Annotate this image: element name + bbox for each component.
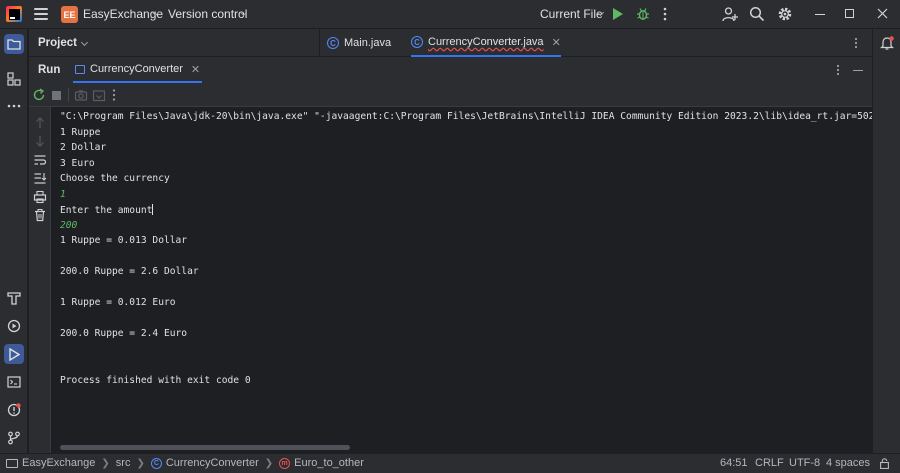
console-output-line: 3 Euro bbox=[60, 157, 95, 169]
horizontal-scrollbar[interactable] bbox=[60, 445, 350, 450]
services-icon[interactable] bbox=[4, 316, 24, 336]
close-tab-icon[interactable]: ✕ bbox=[191, 63, 200, 76]
scroll-to-end-icon[interactable] bbox=[33, 171, 47, 185]
soft-wrap-icon[interactable] bbox=[33, 153, 47, 167]
folder-icon[interactable] bbox=[4, 34, 24, 54]
divider bbox=[68, 88, 69, 102]
divider bbox=[319, 29, 320, 57]
run-config-selector[interactable]: Current File bbox=[540, 7, 603, 21]
print-icon[interactable] bbox=[33, 190, 47, 204]
status-bar: EasyExchange ❯ src ❯ C CurrencyConverter… bbox=[0, 453, 900, 473]
search-icon[interactable] bbox=[749, 6, 765, 22]
folder-icon bbox=[6, 458, 18, 468]
run-panel-header: Run CurrencyConverter ✕ bbox=[29, 57, 872, 83]
run-tab-label: CurrencyConverter bbox=[90, 63, 183, 75]
camera-icon[interactable] bbox=[74, 88, 88, 102]
trash-icon[interactable] bbox=[33, 208, 47, 222]
console-input-line: 200 bbox=[60, 219, 78, 231]
breadcrumb-class[interactable]: CurrencyConverter bbox=[166, 457, 259, 469]
close-icon[interactable] bbox=[877, 8, 888, 19]
console-gutter bbox=[29, 107, 51, 453]
run-panel-title: Run bbox=[38, 64, 61, 76]
console-output-line: "C:\Program Files\Java\jdk-20\bin\java.e… bbox=[60, 111, 872, 122]
close-tab-icon[interactable]: ✕ bbox=[552, 36, 561, 49]
hamburger-icon[interactable] bbox=[34, 8, 48, 20]
tab-main-java[interactable]: C Main.java bbox=[327, 29, 391, 57]
chevron-right-icon: ❯ bbox=[264, 457, 274, 469]
chevron-right-icon: ❯ bbox=[101, 457, 110, 469]
export-icon[interactable] bbox=[92, 88, 106, 102]
run-icon[interactable] bbox=[613, 8, 623, 20]
tab-label: CurrencyConverter.java bbox=[428, 36, 544, 48]
more-icon[interactable] bbox=[853, 37, 859, 49]
breadcrumb: EasyExchange ❯ src ❯ C CurrencyConverter… bbox=[6, 457, 364, 469]
more-icon[interactable] bbox=[661, 7, 669, 21]
structure-icon[interactable] bbox=[4, 69, 24, 89]
indent-setting[interactable]: 4 spaces bbox=[826, 457, 870, 469]
arrow-down-icon[interactable] bbox=[33, 134, 47, 148]
console-output-line: Enter the amount bbox=[60, 204, 154, 216]
more-tools-icon[interactable] bbox=[4, 96, 24, 116]
gear-icon[interactable] bbox=[777, 6, 793, 22]
chevron-down-icon[interactable] bbox=[80, 38, 89, 47]
java-class-icon: C bbox=[327, 37, 339, 49]
java-class-icon: C bbox=[150, 457, 162, 469]
run-tool-icon[interactable] bbox=[4, 344, 24, 364]
console-output-line: 200.0 Ruppe = 2.6 Dollar bbox=[60, 266, 199, 277]
lock-icon[interactable] bbox=[880, 458, 889, 469]
notifications-icon[interactable] bbox=[880, 36, 894, 50]
left-tool-strip bbox=[0, 29, 28, 453]
version-control-menu[interactable]: Version control bbox=[168, 7, 247, 21]
file-encoding[interactable]: UTF-8 bbox=[789, 457, 820, 469]
console-output-line: Process finished with exit code 0 bbox=[60, 374, 251, 386]
console-output-line: 1 Ruppe = 0.012 Euro bbox=[60, 297, 176, 308]
chevron-right-icon: ❯ bbox=[136, 457, 145, 469]
console-output-line: 1 Ruppe = 0.013 Dollar bbox=[60, 235, 188, 246]
java-class-icon: C bbox=[411, 36, 423, 48]
tab-label: Main.java bbox=[344, 37, 392, 49]
title-bar: EE EasyExchange Version control Current … bbox=[0, 0, 900, 29]
stop-icon[interactable] bbox=[52, 91, 61, 100]
console-output-line: 2 Dollar bbox=[60, 142, 107, 153]
more-icon[interactable] bbox=[835, 64, 841, 76]
add-user-icon[interactable] bbox=[722, 6, 738, 22]
application-icon bbox=[75, 64, 85, 74]
more-icon[interactable] bbox=[110, 88, 118, 102]
breadcrumb-project[interactable]: EasyExchange bbox=[22, 457, 95, 469]
minimize-icon[interactable] bbox=[815, 14, 825, 15]
breadcrumb-method[interactable]: Euro_to_other bbox=[294, 457, 364, 469]
console-output-line: Choose the currency bbox=[60, 173, 170, 184]
console-input-line: 1 bbox=[60, 188, 66, 200]
maximize-icon[interactable] bbox=[845, 9, 854, 18]
app-logo-icon[interactable] bbox=[6, 6, 22, 22]
console-output-line: 200.0 Ruppe = 2.4 Euro bbox=[60, 328, 188, 339]
text-caret bbox=[152, 204, 154, 215]
terminal-icon[interactable] bbox=[4, 372, 24, 392]
method-icon: m bbox=[279, 457, 291, 469]
minimize-panel-icon[interactable] bbox=[853, 70, 863, 71]
build-icon[interactable] bbox=[4, 288, 24, 308]
rerun-icon[interactable] bbox=[32, 88, 46, 102]
project-tool-title[interactable]: Project bbox=[38, 37, 77, 49]
console-output[interactable]: "C:\Program Files\Java\jdk-20\bin\java.e… bbox=[52, 107, 872, 453]
debug-icon[interactable] bbox=[636, 7, 650, 21]
problems-icon[interactable] bbox=[4, 400, 24, 420]
run-toolbar bbox=[29, 83, 872, 107]
line-ending[interactable]: CRLF bbox=[755, 457, 784, 469]
editor-tabs-row: Project C Main.java C CurrencyConverter.… bbox=[29, 29, 872, 57]
project-name[interactable]: EasyExchange bbox=[83, 7, 163, 21]
right-tool-strip bbox=[872, 29, 900, 453]
project-badge[interactable]: EE bbox=[61, 6, 78, 23]
console-output-line: 1 Ruppe bbox=[60, 126, 101, 138]
breadcrumb-src[interactable]: src bbox=[116, 457, 131, 469]
git-icon[interactable] bbox=[4, 428, 24, 448]
caret-position[interactable]: 64:51 bbox=[720, 457, 748, 469]
arrow-up-icon[interactable] bbox=[33, 116, 47, 130]
tab-currency-converter-java[interactable]: C CurrencyConverter.java ✕ bbox=[411, 29, 561, 57]
run-tab[interactable]: CurrencyConverter ✕ bbox=[73, 57, 203, 83]
